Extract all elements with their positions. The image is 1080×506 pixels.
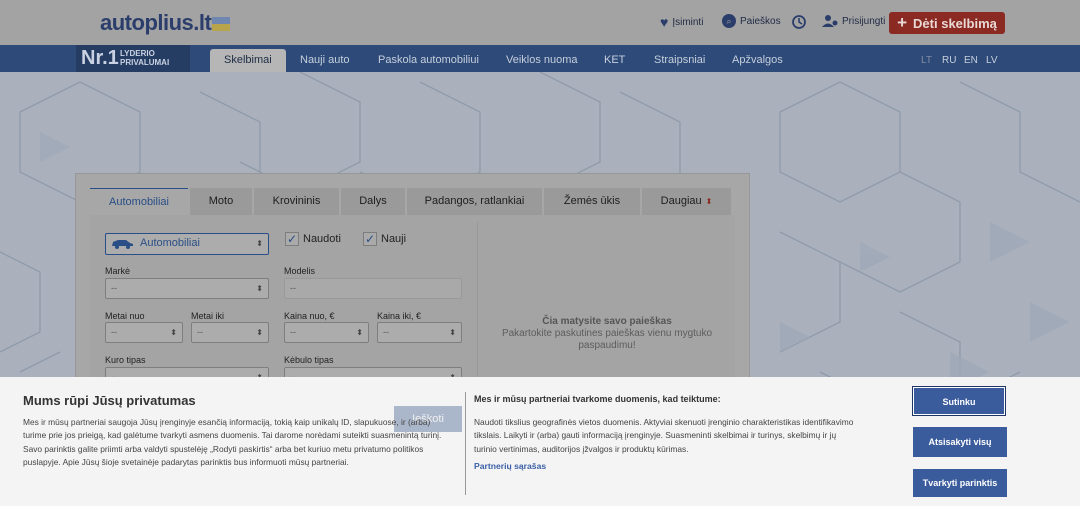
tab-dalys[interactable]: Dalys bbox=[341, 188, 405, 215]
nav-item-nauji-auto[interactable]: Nauji auto bbox=[286, 49, 364, 72]
make-label: Markė bbox=[105, 266, 131, 276]
history-icon bbox=[792, 15, 806, 29]
cookie-purposes-text: Naudoti tikslius geografinės vietos duom… bbox=[474, 417, 854, 454]
nav-item-ket[interactable]: KET bbox=[590, 49, 639, 72]
accept-button[interactable]: Sutinku bbox=[912, 386, 1006, 416]
lang-en[interactable]: EN bbox=[964, 55, 978, 66]
year-from-label: Metai nuo bbox=[105, 311, 145, 321]
tab-padangos[interactable]: Padangos, ratlankiai bbox=[407, 188, 542, 215]
select-arrows-icon: ⬍ bbox=[170, 328, 177, 337]
select-arrows-icon: ⬍ bbox=[449, 328, 456, 337]
badge-line-1: LYDERIO bbox=[120, 49, 155, 58]
year-to-label: Metai iki bbox=[191, 311, 225, 321]
fuel-label: Kuro tipas bbox=[105, 355, 146, 365]
remembered-link[interactable]: ♥ Įsiminti bbox=[660, 14, 703, 30]
form-divider bbox=[477, 222, 478, 392]
body-label: Kėbulo tipas bbox=[284, 355, 334, 365]
history-link[interactable] bbox=[791, 14, 807, 30]
select-arrows-icon: ⬍ bbox=[356, 328, 363, 337]
checkmark-icon: ✓ bbox=[363, 232, 377, 246]
cookie-title: Mums rūpi Jūsų privatumas bbox=[23, 393, 196, 408]
cookie-divider bbox=[465, 392, 466, 495]
heart-icon: ♥ bbox=[660, 14, 669, 30]
login-link[interactable]: Prisijungti bbox=[822, 14, 885, 28]
nav-item-paskola[interactable]: Paskola automobiliui bbox=[364, 49, 493, 72]
price-from-label: Kaina nuo, € bbox=[284, 311, 335, 321]
remembered-label: Įsiminti bbox=[672, 16, 704, 28]
logo-text: autoplius.lt bbox=[100, 10, 212, 35]
badge-line-2: PRIVALUMAI bbox=[120, 58, 170, 67]
price-from-value: -- bbox=[290, 327, 296, 337]
make-value: -- bbox=[111, 283, 117, 293]
nav-item-skelbimai[interactable]: Skelbimai bbox=[210, 49, 286, 72]
site-logo[interactable]: autoplius.lt bbox=[100, 10, 231, 36]
model-select[interactable]: -- bbox=[284, 278, 462, 299]
lang-ru[interactable]: RU bbox=[942, 55, 956, 66]
plus-icon: + bbox=[897, 13, 908, 32]
tab-automobiliai[interactable]: Automobiliai bbox=[90, 188, 188, 215]
cookie-description: Mes ir mūsų partneriai saugoja Jūsų įren… bbox=[23, 417, 442, 468]
category-tabs: Automobiliai Moto Krovininis Dalys Padan… bbox=[90, 188, 731, 215]
lang-lt[interactable]: LT bbox=[921, 55, 932, 66]
leader-badge: Nr.1 LYDERIO PRIVALUMAI bbox=[76, 45, 190, 72]
nav-item-straipsniai[interactable]: Straipsniai bbox=[640, 49, 719, 72]
used-checkbox[interactable]: ✓ Naudoti bbox=[285, 232, 341, 246]
post-ad-label: Dėti skelbimą bbox=[913, 15, 997, 31]
recent-searches-hint: Pakartokite paskutines paieškas vienu my… bbox=[501, 328, 713, 351]
new-label: Nauji bbox=[381, 233, 407, 245]
tab-daugiau[interactable]: Daugiau ⬍ bbox=[642, 188, 731, 215]
tab-moto[interactable]: Moto bbox=[190, 188, 252, 215]
model-value: -- bbox=[290, 283, 296, 293]
reject-all-button[interactable]: Atsisakyti visų bbox=[913, 427, 1007, 457]
nav-item-veiklos-nuoma[interactable]: Veiklos nuoma bbox=[492, 49, 592, 72]
price-to-value: -- bbox=[383, 327, 389, 337]
category-value: Automobiliai bbox=[140, 237, 200, 249]
searches-link[interactable]: ⌕ Paieškos bbox=[722, 14, 781, 28]
tab-zemes-ukis[interactable]: Žemės ūkis bbox=[544, 188, 640, 215]
price-to-label: Kaina iki, € bbox=[377, 311, 422, 321]
user-icon bbox=[822, 15, 838, 27]
year-to-select[interactable]: -- ⬍ bbox=[191, 322, 269, 343]
nav-item-apzvalgos[interactable]: Apžvalgos bbox=[718, 49, 797, 72]
cookie-purposes-title: Mes ir mūsų partneriai tvarkome duomenis… bbox=[474, 394, 721, 404]
price-to-select[interactable]: -- ⬍ bbox=[377, 322, 462, 343]
badge-number: Nr.1 bbox=[81, 47, 119, 69]
select-arrows-icon: ⬍ bbox=[256, 239, 263, 248]
lang-lv[interactable]: LV bbox=[986, 55, 998, 66]
ukraine-flag-icon bbox=[212, 17, 231, 32]
select-arrows-icon: ⬍ bbox=[256, 328, 263, 337]
new-checkbox[interactable]: ✓ Nauji bbox=[363, 232, 406, 246]
partners-list-link[interactable]: Partnerių sąrašas bbox=[474, 461, 546, 471]
tab-daugiau-label: Daugiau bbox=[660, 195, 702, 207]
checkmark-icon: ✓ bbox=[285, 232, 299, 246]
sort-arrows-icon: ⬍ bbox=[705, 197, 713, 206]
year-to-value: -- bbox=[197, 327, 203, 337]
car-icon bbox=[112, 240, 133, 249]
badge-caption: LYDERIO PRIVALUMAI bbox=[120, 49, 169, 67]
recent-searches-title: Čia matysite savo paieškas bbox=[542, 316, 672, 327]
post-ad-button[interactable]: + Dėti skelbimą bbox=[889, 12, 1005, 34]
price-from-select[interactable]: -- ⬍ bbox=[284, 322, 369, 343]
select-arrows-icon: ⬍ bbox=[256, 284, 263, 293]
tab-krovininis[interactable]: Krovininis bbox=[254, 188, 339, 215]
model-label: Modelis bbox=[284, 266, 316, 276]
year-from-select[interactable]: -- ⬍ bbox=[105, 322, 183, 343]
searches-label: Paieškos bbox=[740, 15, 781, 27]
login-label: Prisijungti bbox=[842, 15, 886, 27]
year-from-value: -- bbox=[111, 327, 117, 337]
make-select[interactable]: -- ⬍ bbox=[105, 278, 269, 299]
category-select[interactable]: Automobiliai ⬍ bbox=[105, 233, 269, 255]
used-label: Naudoti bbox=[303, 233, 341, 245]
manage-options-button[interactable]: Tvarkyti parinktis bbox=[913, 469, 1007, 497]
search-icon: ⌕ bbox=[722, 14, 736, 28]
